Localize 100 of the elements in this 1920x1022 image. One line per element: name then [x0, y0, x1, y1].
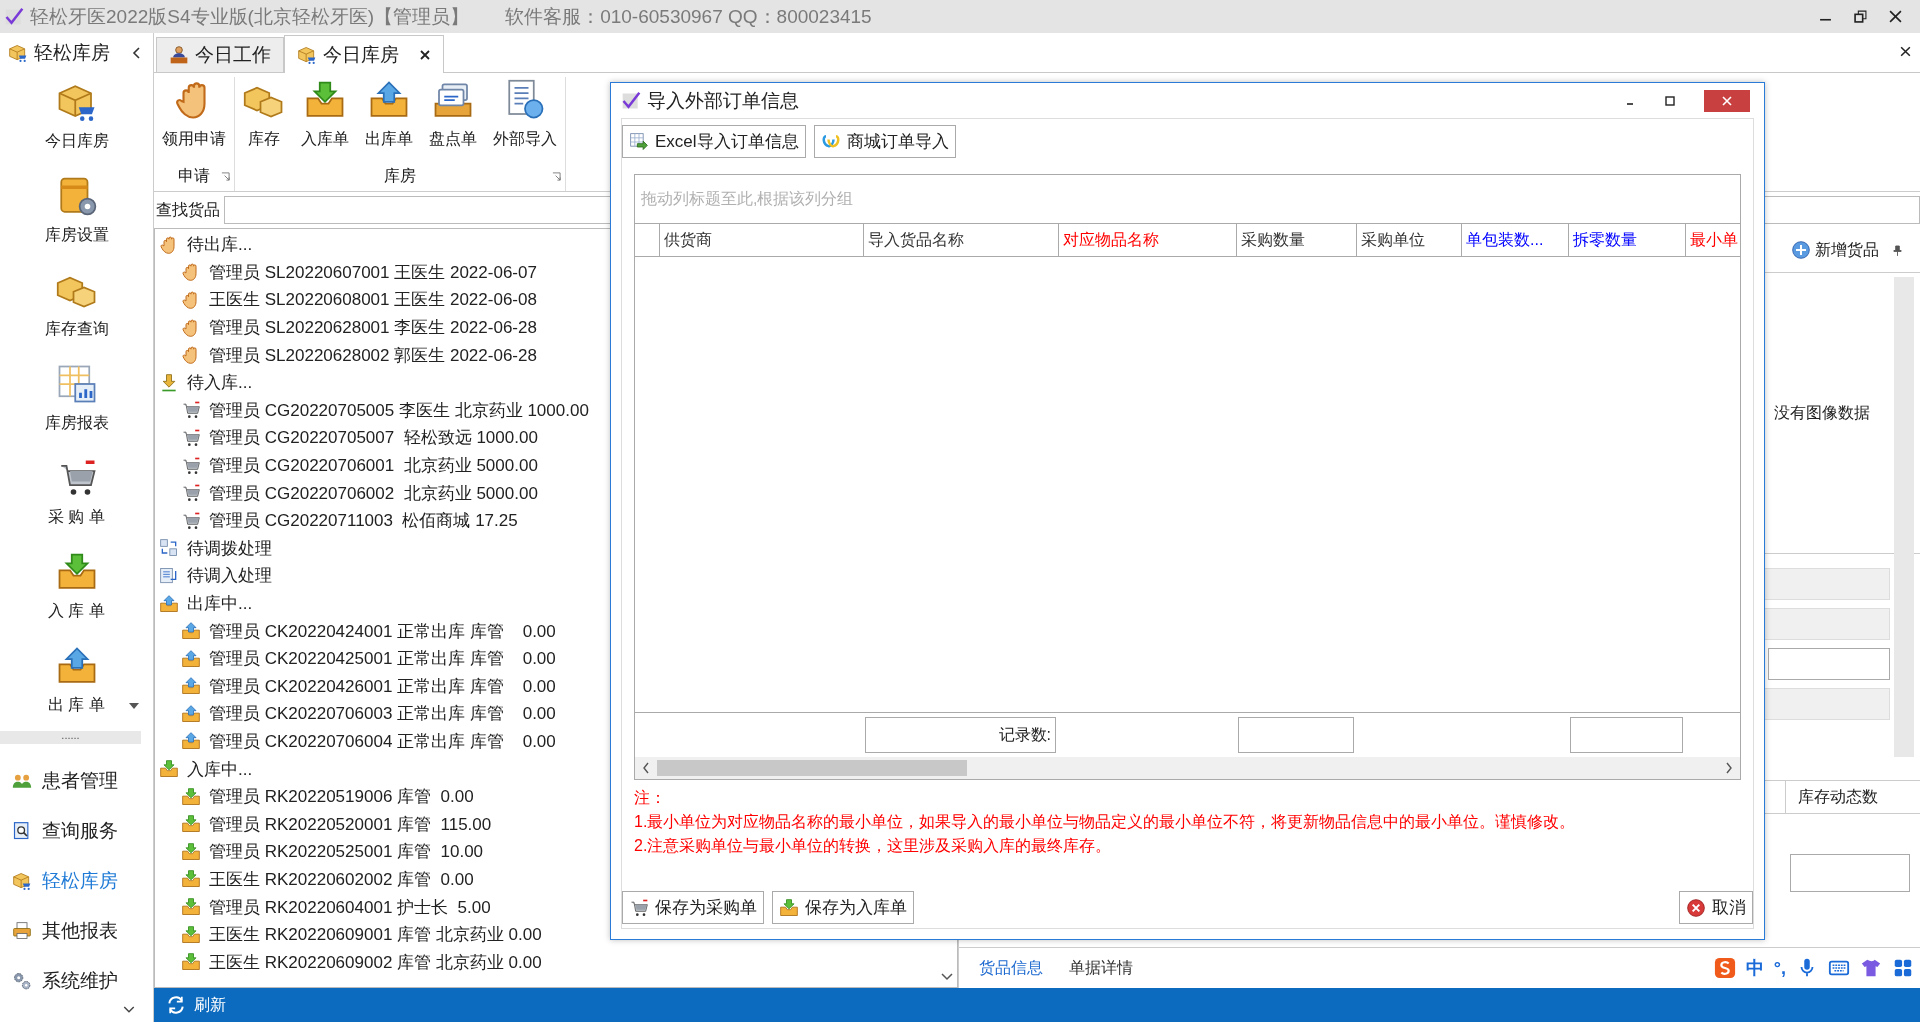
sidebar-item[interactable]: 库存查询 — [0, 257, 153, 352]
maximize-icon[interactable] — [1664, 94, 1676, 107]
sidebar-item[interactable]: 采 购 单 — [0, 445, 153, 540]
ribbon-button[interactable]: 盘点单 — [421, 77, 485, 161]
tree-node[interactable]: 出库中... — [159, 589, 957, 618]
tree-node[interactable]: 待调入处理 — [159, 562, 957, 590]
tree-node[interactable]: 管理员 CG20220705007 轻松致远 1000.00 — [159, 424, 957, 452]
nav-item[interactable]: 患者管理 — [0, 756, 153, 807]
column-header[interactable]: 导入货品名称 — [863, 224, 1058, 256]
tray-in-icon — [181, 897, 201, 918]
dropdown-icon[interactable] — [129, 703, 139, 710]
sidebar-item[interactable]: 库房设置 — [0, 163, 153, 258]
printer-icon — [12, 921, 32, 942]
tree-node[interactable]: 管理员 CG20220711003 松佰商城 17.25 — [159, 506, 957, 535]
tray-out-icon — [181, 648, 201, 669]
tray-out-icon — [159, 593, 179, 614]
tray-in-icon — [181, 869, 201, 890]
nav-item[interactable]: 其他报表 — [0, 906, 153, 957]
column-header[interactable]: 拆零数量 — [1568, 224, 1685, 256]
input-field[interactable] — [1790, 854, 1910, 892]
transfer-icon — [159, 565, 179, 586]
tree-node[interactable]: 管理员 SL20220628001 李医生 2022-06-28 — [159, 313, 957, 342]
column-header[interactable]: 单包装数... — [1461, 224, 1568, 256]
dialog-button[interactable]: 取消 — [1679, 891, 1753, 924]
ime-logo-icon[interactable] — [1713, 957, 1736, 979]
column-header[interactable]: 库存动态数 — [1785, 781, 1920, 813]
sidebar-item[interactable]: 今日库房 — [0, 69, 153, 164]
tab[interactable]: 今日工作 — [156, 37, 284, 72]
cart-icon — [181, 510, 201, 531]
column-header[interactable]: 对应物品名称 — [1058, 224, 1236, 256]
tree-node[interactable]: 入库中... — [159, 755, 957, 783]
tree-node[interactable]: 管理员 CK20220424001 正常出库 库管 0.00 — [159, 617, 957, 645]
scroll-down-icon[interactable] — [941, 973, 953, 981]
cart-icon — [181, 455, 201, 476]
tree-node[interactable]: 待入库... — [159, 368, 957, 397]
transfer-icon — [159, 538, 179, 559]
collapse-icon[interactable] — [131, 47, 143, 60]
tree-node[interactable]: 管理员 CK20220425001 正常出库 库管 0.00 — [159, 644, 957, 673]
restore-icon[interactable] — [1854, 10, 1867, 23]
tab[interactable]: 单据详情 — [1061, 951, 1141, 985]
note-text: 1.最小单位为对应物品名称的最小单位，如果导入的最小单位与物品定义的最小单位不符，将更新物品信息中的最小单位。谨慎修改。 — [634, 812, 1577, 832]
column-header[interactable]: 采购单位 — [1356, 224, 1461, 256]
tree-node[interactable]: 王医生 SL20220608001 王医生 2022-06-08 — [159, 286, 957, 314]
refresh-icon — [166, 995, 186, 1015]
dialog-launcher-icon[interactable] — [221, 171, 230, 181]
tree-node[interactable]: 管理员 CG20220706002 北京药业 5000.00 — [159, 479, 957, 507]
box-cart-icon — [297, 44, 317, 65]
scroll-left-icon[interactable] — [641, 762, 651, 774]
add-item-button[interactable]: 新增货品 — [1791, 239, 1879, 261]
tree-node[interactable]: 管理员 CG20220706001 北京药业 5000.00 — [159, 451, 957, 480]
close-icon[interactable] — [1899, 45, 1912, 58]
punctuation-mode[interactable]: °, — [1773, 957, 1786, 979]
dialog-button[interactable]: 保存为入库单 — [772, 891, 914, 924]
nav-item[interactable]: 查询服务 — [0, 806, 153, 857]
ribbon-button[interactable]: 出库单 — [357, 77, 421, 161]
tab[interactable]: 货品信息 — [971, 951, 1051, 985]
dialog-launcher-icon[interactable] — [552, 171, 561, 181]
splitter-handle[interactable]: ...... — [0, 731, 141, 745]
close-icon[interactable] — [419, 48, 431, 61]
sidebar-item[interactable]: 出 库 单 — [0, 633, 153, 728]
dialog-button[interactable]: 保存为采购单 — [622, 891, 764, 924]
person-icon — [169, 45, 189, 65]
tray-in-icon — [181, 814, 201, 835]
ribbon-button[interactable]: 入库单 — [293, 77, 357, 161]
sidebar-item[interactable]: 库房报表 — [0, 351, 153, 446]
column-header[interactable]: 最小单 — [1685, 224, 1740, 256]
sidebar-item[interactable]: 入 库 单 — [0, 539, 153, 634]
cancel-icon — [1686, 897, 1706, 918]
shirt-icon[interactable] — [1860, 957, 1882, 979]
tab[interactable]: 今日库房 — [284, 35, 444, 73]
tray-in-icon — [181, 924, 201, 945]
ribbon-button[interactable]: 领用申请 — [154, 77, 234, 161]
tree-node[interactable]: 王医生 RK20220609002 库管 北京药业 0.00 — [159, 948, 957, 977]
scrollbar[interactable] — [1894, 277, 1914, 757]
scroll-right-icon[interactable] — [1724, 762, 1734, 774]
ribbon-button[interactable]: 外部导入 — [485, 77, 565, 161]
close-icon[interactable] — [1889, 10, 1902, 23]
pin-icon[interactable] — [1893, 244, 1902, 256]
nav-item[interactable]: 系统维护 — [0, 956, 153, 1007]
tray-in-icon — [779, 897, 799, 918]
refresh-button[interactable]: 刷新 — [162, 992, 230, 1018]
toolbar-button[interactable]: 商城订单导入 — [813, 125, 956, 158]
expand-icon[interactable] — [123, 1006, 135, 1014]
tree-node[interactable]: 管理员 CK20220426001 正常出库 库管 0.00 — [159, 672, 957, 701]
ribbon-button[interactable]: 库存 — [235, 77, 293, 161]
tree-node[interactable]: 管理员 CG20220705005 李医生 北京药业 1000.00 — [159, 396, 957, 425]
column-header[interactable]: 采购数量 — [1236, 224, 1356, 256]
tree-node[interactable]: 管理员 SL20220607001 王医生 2022-06-07 — [159, 258, 957, 287]
tree-node[interactable]: 王医生 RK20220602002 库管 0.00 — [159, 865, 957, 894]
tree-node[interactable]: 管理员 SL20220628002 郭医生 2022-06-28 — [159, 341, 957, 369]
nav-item[interactable]: 轻松库房 — [0, 856, 153, 907]
horizontal-scrollbar[interactable] — [635, 757, 1740, 779]
tray-out-icon — [181, 676, 201, 697]
ime-mode[interactable]: 中 — [1745, 956, 1764, 980]
toolbar-button[interactable]: Excel导入订单信息 — [622, 125, 806, 158]
input-field[interactable] — [1768, 648, 1890, 680]
grid-icon[interactable] — [1892, 957, 1914, 979]
tree-node[interactable]: 待调拨处理 — [159, 534, 957, 563]
column-header[interactable]: 供货商 — [659, 224, 863, 256]
tray-out-icon — [181, 731, 201, 752]
